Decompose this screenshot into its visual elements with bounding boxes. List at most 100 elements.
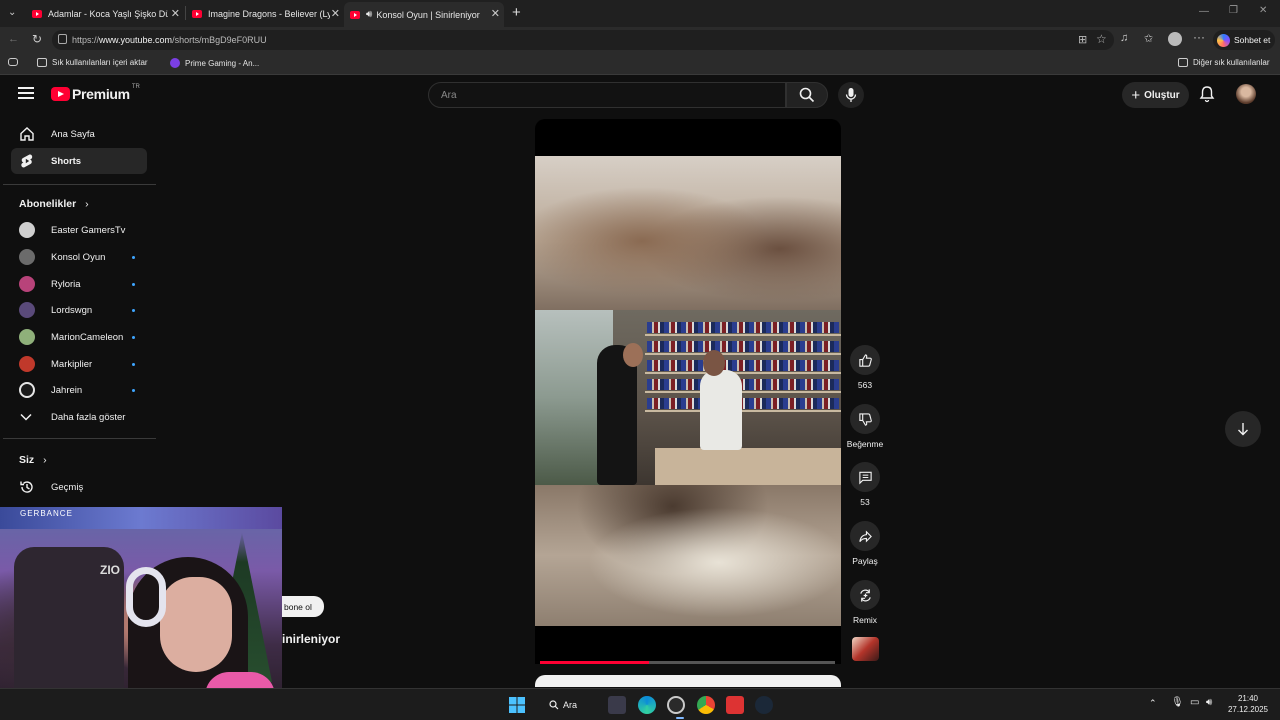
app-available-icon[interactable]: ⊞ (1078, 33, 1087, 46)
guide-menu-button[interactable] (18, 87, 34, 101)
search-input[interactable]: Ara (428, 82, 786, 108)
profile-icon[interactable] (1168, 32, 1182, 46)
like-action: 563 (845, 345, 885, 390)
refresh-icon[interactable]: ↻ (32, 32, 42, 46)
chevron-up-icon[interactable]: ⌃ (1149, 698, 1157, 709)
more-options-icon[interactable]: ··· (1193, 30, 1205, 44)
video-game-shelf (647, 398, 839, 409)
network-icon[interactable]: ▭ (1190, 697, 1199, 708)
sidebar-item-history[interactable]: Geçmiş (11, 474, 147, 500)
remix-button[interactable] (850, 580, 880, 610)
next-short-preview[interactable] (535, 675, 841, 687)
chrome-icon[interactable] (697, 696, 715, 714)
close-tab-icon[interactable]: ✕ (171, 7, 180, 20)
channel-avatar (19, 249, 35, 265)
subscription-marioncameleon[interactable]: MarionCameleon (11, 324, 147, 350)
dislike-button[interactable] (850, 404, 880, 434)
video-person-left-head (623, 343, 643, 367)
favorite-star-icon[interactable]: ☆ (1096, 32, 1107, 46)
streaming-app-icon[interactable] (726, 696, 744, 714)
video-progress-fill (540, 661, 650, 664)
subscription-konsol-oyun[interactable]: Konsol Oyun (11, 244, 147, 270)
home-icon (20, 127, 34, 141)
search-icon (799, 87, 815, 103)
minimize-icon[interactable]: — (1199, 6, 1209, 17)
new-content-dot (132, 283, 135, 286)
bookmark-import-favorites[interactable]: Sık kullanılanları içeri aktar (37, 58, 148, 67)
share-button[interactable] (850, 521, 880, 551)
thumbs-down-icon (858, 412, 872, 426)
youtube-masthead: Premium TR Ara + Oluştur (0, 76, 1280, 114)
copilot-chat-button[interactable]: Sohbet et (1213, 30, 1275, 50)
taskbar-search[interactable]: Ara (549, 696, 589, 714)
windows-logo-icon (509, 697, 525, 713)
favorites-icon[interactable]: ✩ (1144, 32, 1153, 45)
subscriptions-header[interactable]: Abonelikler › (19, 198, 89, 210)
close-window-icon[interactable]: ✕ (1259, 5, 1267, 16)
youtube-logo-icon (51, 87, 70, 101)
obs-icon[interactable] (667, 696, 685, 714)
volume-icon[interactable]: 🔊︎ (1206, 697, 1212, 708)
edge-browser-icon[interactable] (638, 696, 656, 714)
channel-avatar (19, 382, 35, 398)
search-button[interactable] (786, 82, 828, 108)
sidebar-item-shorts[interactable]: Shorts (11, 148, 147, 174)
create-button[interactable]: + Oluştur (1122, 82, 1189, 108)
youtube-premium-logo[interactable]: Premium TR (51, 84, 140, 102)
browser-tab-bar: ⌄ Adamlar - Koca Yaşlı Şişko Dünya ✕ Ima… (0, 0, 1280, 27)
tab-actions-chevron-icon[interactable]: ⌄ (8, 7, 16, 18)
account-avatar[interactable] (1236, 84, 1256, 104)
video-blurred-background-bottom (535, 485, 841, 626)
browser-address-bar: ← ↻ https://www.youtube.com/shorts/mBgD9… (0, 27, 1280, 53)
voice-search-button[interactable] (838, 82, 864, 108)
active-app-indicator (676, 717, 684, 719)
subscription-easter-gamerstv[interactable]: Easter GamersTv (11, 217, 147, 243)
tab-konsol-oyun-active[interactable]: 🔊︎ Konsol Oyun | Sinirleniyor - Yo ✕ (344, 2, 504, 27)
system-clock[interactable]: 21:40 27.12.2025 (1222, 693, 1274, 715)
sidebar-divider (3, 438, 156, 439)
youtube-favicon-icon (32, 10, 42, 18)
subscription-lordswgn[interactable]: Lordswgn (11, 297, 147, 323)
close-tab-icon[interactable]: ✕ (331, 7, 340, 20)
comments-action: 53 (845, 462, 885, 507)
search-icon (549, 700, 559, 710)
extensions-icon[interactable]: ♫ (1120, 32, 1128, 44)
audio-playing-icon[interactable]: 🔊︎ (366, 9, 372, 20)
bookmark-other-favorites[interactable]: Diğer sık kullanılanlar (1178, 58, 1269, 67)
short-title: inirleniyor (282, 632, 341, 646)
url-field[interactable]: https://www.youtube.com/shorts/mBgD9eF0R… (52, 30, 1114, 50)
subscribe-button[interactable]: bone ol (282, 596, 324, 617)
task-view-icon[interactable] (608, 696, 626, 714)
share-action: Paylaş (845, 521, 885, 566)
restore-icon[interactable]: ❐ (1229, 5, 1238, 16)
sound-source-thumbnail[interactable] (852, 637, 879, 661)
show-more-button[interactable]: Daha fazla göster (11, 404, 147, 430)
comments-button[interactable] (850, 462, 880, 492)
close-tab-icon[interactable]: ✕ (491, 7, 500, 20)
like-button[interactable] (850, 345, 880, 375)
subscription-markiplier[interactable]: Markiplier (11, 351, 147, 377)
sidebar-item-home[interactable]: Ana Sayfa (11, 121, 147, 147)
bookmarks-menu-icon[interactable] (8, 58, 18, 66)
site-info-icon[interactable] (58, 34, 67, 44)
steam-icon[interactable] (755, 696, 773, 714)
new-tab-plus-icon[interactable]: + (512, 4, 521, 21)
tab-adamlar[interactable]: Adamlar - Koca Yaşlı Şişko Dünya ✕ (26, 2, 184, 26)
subscription-ryloria[interactable]: Ryloria (11, 271, 147, 297)
video-progress-bar[interactable] (540, 661, 835, 664)
microphone-tray-icon[interactable]: 🎙︎ (1171, 697, 1184, 708)
you-header[interactable]: Siz › (19, 454, 47, 466)
video-shelf-board (645, 410, 841, 412)
notifications-button[interactable] (1199, 85, 1217, 105)
bookmark-prime-gaming[interactable]: Prime Gaming - An... (170, 58, 259, 68)
copilot-icon (1217, 33, 1230, 47)
next-short-button[interactable] (1225, 411, 1261, 447)
chevron-right-icon: › (85, 198, 89, 210)
subscription-jahrein[interactable]: Jahrein (11, 377, 147, 403)
back-arrow-icon[interactable]: ← (8, 33, 19, 45)
tab-imagine-dragons[interactable]: Imagine Dragons - Believer (Lyrics) ✕ (186, 2, 344, 26)
plus-icon: + (1131, 86, 1141, 104)
shorts-video-player[interactable] (535, 119, 841, 664)
start-button[interactable] (508, 696, 526, 714)
dislike-label: Beğenme (846, 439, 884, 449)
